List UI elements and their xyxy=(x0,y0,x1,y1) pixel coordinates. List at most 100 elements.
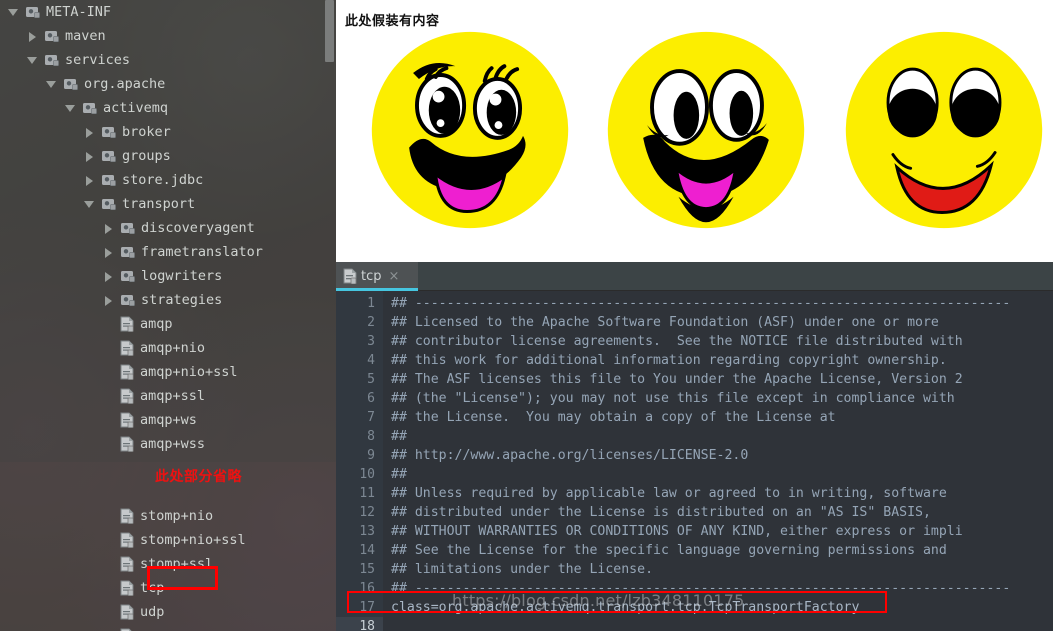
folder-package-icon xyxy=(45,31,59,43)
blog-watermark: https://blog.csdn.net/lzb348110175 xyxy=(452,591,745,610)
code-line[interactable]: ## http://www.apache.org/licenses/LICENS… xyxy=(391,446,1053,465)
file-properties-icon xyxy=(120,340,134,356)
tree-item-store-jdbc[interactable]: store.jdbc xyxy=(0,168,336,192)
code-line[interactable]: ## distributed under the License is dist… xyxy=(391,503,1053,522)
tree-item-label: amqp+nio+ssl xyxy=(140,364,238,380)
code-text-area[interactable]: 1 2 3 4 5 6 7 8 9 10 11 12 13 14 15 16 17 18 ## ---------… xyxy=(336,291,1053,631)
tree-item-services[interactable]: services xyxy=(0,48,336,72)
file-properties-icon xyxy=(120,556,134,572)
tree-item-broker[interactable]: broker xyxy=(0,120,336,144)
chevron-down-icon[interactable] xyxy=(46,79,57,90)
chevron-right-icon[interactable] xyxy=(27,31,38,42)
tree-item-label: udp xyxy=(140,604,165,620)
editor-tab-tcp[interactable]: tcp × xyxy=(336,262,418,290)
code-line[interactable]: ## (the "License"); you may not use this… xyxy=(391,389,1053,408)
code-line[interactable]: ## Licensed to the Apache Software Found… xyxy=(391,313,1053,332)
line-number: 2 xyxy=(367,315,375,330)
tree-item-amqp-ssl[interactable]: amqp+ssl xyxy=(0,384,336,408)
tree-scrollbar[interactable] xyxy=(325,0,334,62)
project-tree-panel[interactable]: META-INF maven services org.apache activemq b… xyxy=(0,0,336,631)
code-line[interactable]: ## xyxy=(391,465,1053,484)
code-line[interactable]: ## xyxy=(391,427,1053,446)
chevron-none-icon xyxy=(103,319,114,330)
folder-package-icon xyxy=(102,175,116,187)
tree-item-label: store.jdbc xyxy=(122,172,204,188)
chevron-right-icon[interactable] xyxy=(84,127,95,138)
chevron-right-icon[interactable] xyxy=(103,247,114,258)
chevron-down-icon[interactable] xyxy=(27,55,38,66)
code-line[interactable]: ## contributor license agreements. See t… xyxy=(391,332,1053,351)
chevron-right-icon[interactable] xyxy=(103,271,114,282)
chevron-none-icon xyxy=(103,343,114,354)
code-line[interactable]: ## See the License for the specific lang… xyxy=(391,541,1053,560)
chevron-down-icon[interactable] xyxy=(84,199,95,210)
folder-package-icon xyxy=(102,127,116,139)
tree-item-stomp-nio-ssl[interactable]: stomp+nio+ssl xyxy=(0,528,336,552)
tree-item-vm[interactable]: vm xyxy=(0,624,336,631)
tcp-highlight-box xyxy=(147,566,218,590)
tree-item-label: META-INF xyxy=(46,4,112,20)
line-number: 17 xyxy=(359,600,375,615)
tree-item-label: broker xyxy=(122,124,171,140)
tree-item-frametranslator[interactable]: frametranslator xyxy=(0,240,336,264)
tree-item-amqp-nio-ssl[interactable]: amqp+nio+ssl xyxy=(0,360,336,384)
file-properties-icon xyxy=(120,316,134,332)
chevron-none-icon xyxy=(103,367,114,378)
tree-item-label: activemq xyxy=(103,100,169,116)
editor-tab-bar[interactable]: tcp × xyxy=(336,262,1053,291)
line-number: 15 xyxy=(359,562,375,577)
code-line[interactable]: ## The ASF licenses this file to You und… xyxy=(391,370,1053,389)
line-number: 7 xyxy=(367,410,375,425)
chevron-none-icon xyxy=(103,391,114,402)
tree-item-amqp-ws[interactable]: amqp+ws xyxy=(0,408,336,432)
tree-item-logwriters[interactable]: logwriters xyxy=(0,264,336,288)
code-line[interactable]: ## limitations under the License. xyxy=(391,560,1053,579)
code-line[interactable]: ## WITHOUT WARRANTIES OR CONDITIONS OF A… xyxy=(391,522,1053,541)
line-number: 4 xyxy=(367,353,375,368)
chevron-none-icon xyxy=(103,559,114,570)
smiley-wide-grin-image xyxy=(607,31,805,229)
chevron-down-icon[interactable] xyxy=(65,103,76,114)
chevron-right-icon[interactable] xyxy=(103,295,114,306)
code-editor[interactable]: tcp × 1 2 3 4 5 6 7 8 9 10 11 12 13 14 15 16 17 18 ## ---… xyxy=(336,262,1053,631)
tree-item-discoveryagent[interactable]: discoveryagent xyxy=(0,216,336,240)
chevron-right-icon[interactable] xyxy=(103,223,114,234)
line-number: 9 xyxy=(367,448,375,463)
line-number: 6 xyxy=(367,391,375,406)
file-properties-icon xyxy=(120,436,134,452)
line-number: 13 xyxy=(359,524,375,539)
tree-item-label: amqp+wss xyxy=(140,436,206,452)
tree-item-transport[interactable]: transport xyxy=(0,192,336,216)
code-line[interactable]: ## Unless required by applicable law or … xyxy=(391,484,1053,503)
chevron-none-icon xyxy=(103,607,114,618)
file-properties-icon xyxy=(120,388,134,404)
chevron-right-icon[interactable] xyxy=(84,175,95,186)
editor-tab-label: tcp xyxy=(361,268,382,284)
tree-item-activemq[interactable]: activemq xyxy=(0,96,336,120)
code-content[interactable]: ## -------------------------------------… xyxy=(391,291,1053,631)
chevron-down-icon[interactable] xyxy=(8,7,19,18)
tree-item-amqp-nio[interactable]: amqp+nio xyxy=(0,336,336,360)
file-properties-icon xyxy=(120,604,134,620)
project-tree-list[interactable]: META-INF maven services org.apache activemq b… xyxy=(0,0,336,631)
tree-item-udp[interactable]: udp xyxy=(0,600,336,624)
tree-item-strategies[interactable]: strategies xyxy=(0,288,336,312)
line-number: 16 xyxy=(359,581,375,596)
folder-package-icon xyxy=(121,223,135,235)
code-line[interactable]: ## this work for additional information … xyxy=(391,351,1053,370)
tree-item-org-apache[interactable]: org.apache xyxy=(0,72,336,96)
tree-item-stomp-nio[interactable]: stomp+nio xyxy=(0,504,336,528)
code-line[interactable] xyxy=(391,617,1053,631)
close-icon[interactable]: × xyxy=(389,270,400,283)
code-line[interactable]: ## the License. You may obtain a copy of… xyxy=(391,408,1053,427)
tree-item-META-INF[interactable]: META-INF xyxy=(0,0,336,24)
tree-item-amqp-wss[interactable]: amqp+wss xyxy=(0,432,336,456)
line-number: 12 xyxy=(359,505,375,520)
tree-item-groups[interactable]: groups xyxy=(0,144,336,168)
line-number: 18 xyxy=(359,619,375,631)
chevron-right-icon[interactable] xyxy=(84,151,95,162)
tree-item-maven[interactable]: maven xyxy=(0,24,336,48)
code-line[interactable]: ## -------------------------------------… xyxy=(391,294,1053,313)
tree-item-label: strategies xyxy=(141,292,223,308)
tree-item-amqp[interactable]: amqp xyxy=(0,312,336,336)
